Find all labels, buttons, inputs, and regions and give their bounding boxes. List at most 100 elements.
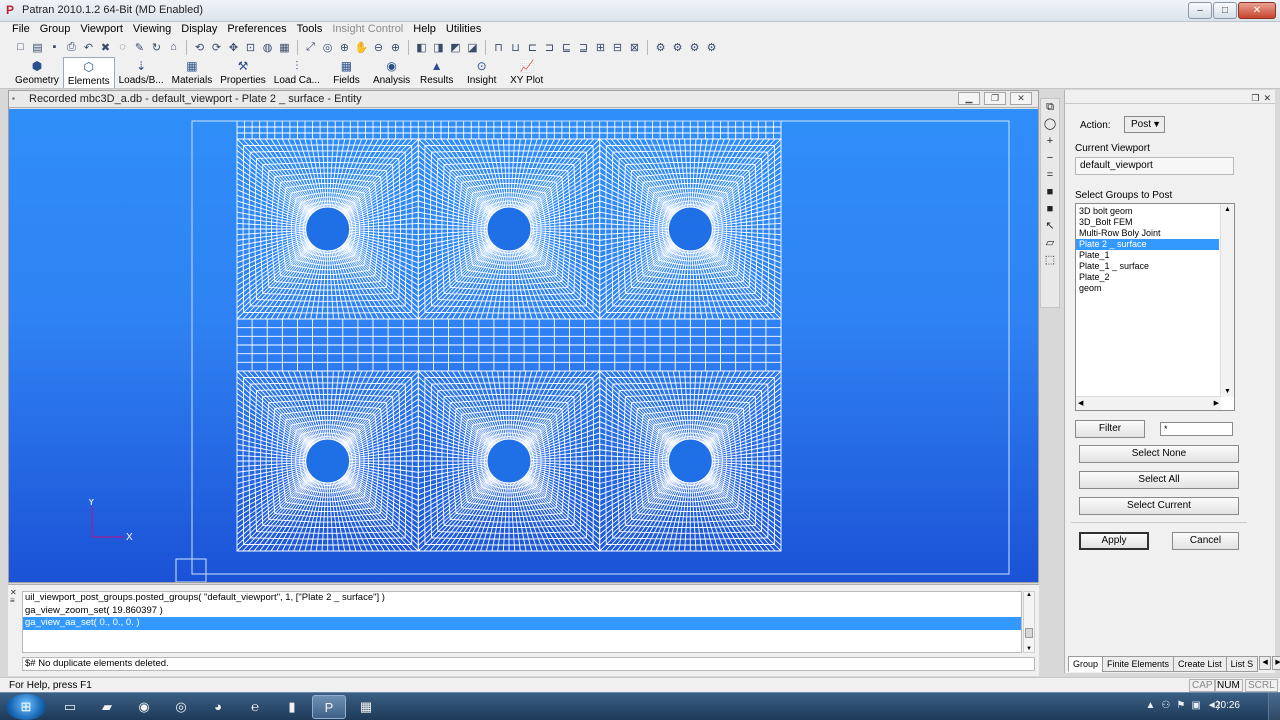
new-file-icon[interactable]: □ [12, 39, 29, 56]
iso-view-4-icon[interactable]: ◪ [464, 39, 481, 56]
group-list-item[interactable]: Plate_1 [1076, 250, 1219, 261]
pencil-icon[interactable]: ✎ [131, 39, 148, 56]
tray-network-icon[interactable]: ⚇ [1161, 700, 1170, 711]
menu-group[interactable]: Group [35, 22, 76, 37]
view-rear-icon[interactable]: ⊐ [541, 39, 558, 56]
rotate-2-icon[interactable]: ⟳ [208, 39, 225, 56]
tab-scroll-left-icon[interactable]: ◀ [1259, 656, 1272, 670]
reset-graphics-icon[interactable]: ◌ [114, 39, 131, 56]
history-list[interactable]: uil_viewport_post_groups.posted_groups( … [22, 591, 1022, 653]
tab-scroll-right-icon[interactable]: ▶ [1272, 656, 1280, 670]
groups-list-vscroll[interactable]: ▲ ▼ [1220, 204, 1234, 397]
action-dropdown[interactable]: Post ▼ [1124, 116, 1165, 133]
history-line[interactable]: ga_view_aa_set( 0., 0., 0. ) [23, 617, 1021, 630]
shade-icon[interactable]: ◍ [259, 39, 276, 56]
groups-listbox[interactable]: 3D bolt geom 3D_Bolt FEM Multi-Row Boly Jo… [1075, 203, 1235, 411]
tray-monitor-icon[interactable]: ▣ [1191, 700, 1200, 711]
home-icon[interactable]: ⌂ [165, 39, 182, 56]
history-scroll-up-icon[interactable]: ▲ [1024, 592, 1034, 598]
menu-utilities[interactable]: Utilities [441, 22, 486, 37]
form-tab-group[interactable]: Group [1068, 656, 1104, 672]
select-current-button[interactable]: Select Current [1079, 497, 1239, 515]
menu-display[interactable]: Display [176, 22, 222, 37]
copy-icon[interactable]: ⧉ [1041, 99, 1059, 116]
app-tab-loads-b[interactable]: ⇣ Loads/B... [115, 57, 168, 88]
refresh-icon[interactable]: ↻ [148, 39, 165, 56]
menu-viewport[interactable]: Viewport [75, 22, 128, 37]
viewport-restore-button[interactable]: ❐ [984, 92, 1006, 105]
app-tab-xy-plot[interactable]: 📈 XY Plot [504, 57, 549, 88]
history-line[interactable]: ga_view_zoom_set( 19.860397 ) [23, 605, 1021, 618]
groups-list-hscroll[interactable]: ◀ ▶ [1076, 396, 1221, 410]
form-tab-create-list[interactable]: Create List [1173, 656, 1227, 672]
app-tab-load-ca[interactable]: ⫶ Load Ca... [270, 57, 324, 88]
chrome-icon[interactable]: ◎ [164, 695, 198, 719]
equals-icon[interactable]: = [1041, 167, 1059, 184]
ie-icon[interactable]: ℮ [238, 695, 272, 719]
view-named-icon[interactable]: ⊠ [626, 39, 643, 56]
group-list-item[interactable]: Plate_1 _ surface [1076, 261, 1219, 272]
save-icon[interactable]: ▪ [46, 39, 63, 56]
show-labels-icon[interactable]: ⚙ [652, 39, 669, 56]
apply-button[interactable]: Apply [1079, 532, 1149, 550]
group-list-item[interactable]: Plate 2 _ surface [1076, 239, 1219, 250]
undo-icon[interactable]: ↶ [80, 39, 97, 56]
app-tab-geometry[interactable]: ⬢ Geometry [11, 57, 63, 88]
explorer-folder-icon[interactable]: ▭ [53, 695, 87, 719]
lasso-icon[interactable]: ◯ [1041, 116, 1059, 133]
history-line[interactable]: uil_viewport_post_groups.posted_groups( … [23, 592, 1021, 605]
view-bottom-icon[interactable]: ⊔ [507, 39, 524, 56]
pick-arrow-icon[interactable]: ↖ [1041, 218, 1059, 235]
history-scroll-thumb[interactable] [1025, 628, 1033, 638]
app-tab-materials[interactable]: ▦ Materials [168, 57, 217, 88]
fem-mesh-drawing[interactable] [9, 109, 1038, 582]
menu-help[interactable]: Help [408, 22, 441, 37]
app-tab-analysis[interactable]: ◉ Analysis [369, 57, 414, 88]
menu-file[interactable]: File [7, 22, 35, 37]
print-icon[interactable]: ⎙ [63, 39, 80, 56]
label-options-icon[interactable]: ⚙ [686, 39, 703, 56]
select-all-button[interactable]: Select All [1079, 471, 1239, 489]
iso-view-3-icon[interactable]: ◩ [447, 39, 464, 56]
viewport-graphics-canvas[interactable]: Y X [9, 109, 1038, 582]
plus-icon[interactable]: + [1041, 133, 1059, 150]
rotate-icon[interactable]: ⟲ [191, 39, 208, 56]
filter-input[interactable]: * [1160, 422, 1233, 436]
cube-pick-icon[interactable]: ⬚ [1041, 252, 1059, 269]
media-icon[interactable]: ◉ [127, 695, 161, 719]
poly-pick-icon[interactable]: ▱ [1041, 235, 1059, 252]
history-scrollbar[interactable]: ▲ ▼ [1023, 591, 1035, 653]
group-list-item[interactable]: Plate_2 [1076, 272, 1219, 283]
menu-preferences[interactable]: Preferences [222, 22, 291, 37]
viewport-minimize-button[interactable]: ▁ [958, 92, 980, 105]
translate-icon[interactable]: ✥ [225, 39, 242, 56]
gray-square-2-icon[interactable]: ■ [1041, 201, 1059, 218]
zoom-center-icon[interactable]: ⊕ [336, 39, 353, 56]
command-line-input[interactable]: $# No duplicate elements deleted. [22, 657, 1035, 671]
taskbar-clock[interactable]: 20:26 [1215, 700, 1240, 711]
app-tab-elements[interactable]: ⬡ Elements [62, 57, 115, 88]
patran-icon[interactable]: P [312, 695, 346, 719]
current-viewport-field[interactable]: default_viewport [1075, 157, 1234, 175]
iso-view-2-icon[interactable]: ◨ [430, 39, 447, 56]
menu-viewing[interactable]: Viewing [128, 22, 176, 37]
tray-flag-icon[interactable]: ⚑ [1176, 700, 1185, 711]
group-list-item[interactable]: geom [1076, 283, 1219, 294]
group-list-item[interactable]: 3D_Bolt FEM [1076, 217, 1219, 228]
history-scroll-down-icon[interactable]: ▼ [1024, 646, 1034, 652]
history-float-icon[interactable]: ≡ [10, 597, 20, 605]
view-right-icon[interactable]: ⊒ [575, 39, 592, 56]
center-icon[interactable]: ◎ [319, 39, 336, 56]
spreadsheet-icon[interactable]: ▦ [349, 695, 383, 719]
maximize-button[interactable]: □ [1213, 2, 1237, 19]
view-top-icon[interactable]: ⊓ [490, 39, 507, 56]
show-desktop-button[interactable] [1268, 693, 1280, 720]
abort-icon[interactable]: ✖ [97, 39, 114, 56]
group-list-item[interactable]: 3D bolt geom [1076, 206, 1219, 217]
app-tab-properties[interactable]: ⚒ Properties [216, 57, 270, 88]
app-tab-insight[interactable]: ⊙ Insight [459, 57, 504, 88]
pan-icon[interactable]: ✋ [353, 39, 370, 56]
folder-icon[interactable]: ▰ [90, 695, 124, 719]
zoom-window-icon[interactable]: ⊡ [242, 39, 259, 56]
app-tab-fields[interactable]: ▦ Fields [324, 57, 369, 88]
